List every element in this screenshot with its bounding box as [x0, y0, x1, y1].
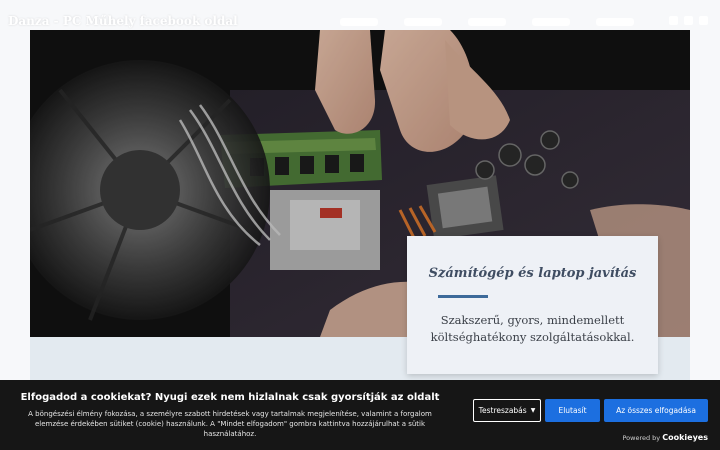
cookie-banner-text: A böngészési élmény fokozása, a személyr… [28, 410, 432, 438]
customize-button-label: Testreszabás [478, 406, 527, 415]
nav-item[interactable] [532, 18, 570, 26]
accept-all-button[interactable]: Az összes elfogadása [604, 399, 708, 422]
powered-by[interactable]: Powered by Cookieyes [622, 433, 708, 442]
nav-item[interactable] [596, 18, 634, 26]
powered-by-label: Powered by [622, 434, 661, 442]
card-description: Szakszerű, gyors, mindemellett költségha… [430, 313, 635, 344]
hero-card: Számítógép és laptop javítás Szakszerű, … [407, 236, 658, 374]
cookieyes-logo: Cookieyes [662, 433, 708, 442]
card-divider [438, 295, 488, 298]
nav-item[interactable] [404, 18, 442, 26]
caret-down-icon: ▼ [530, 407, 536, 414]
site-title-link[interactable]: Danza - PC Műhely facebook oldal [8, 14, 238, 28]
nav-item[interactable] [468, 18, 506, 26]
cookie-banner: Elfogadod a cookiekat? Nyugi ezek nem hi… [0, 380, 720, 450]
nav-item[interactable] [340, 18, 378, 26]
cookie-banner-title: Elfogadod a cookiekat? Nyugi ezek nem hi… [20, 392, 440, 403]
facebook-icon[interactable] [669, 16, 678, 25]
main-nav [340, 18, 634, 26]
reject-button[interactable]: Elutasít [545, 399, 600, 422]
email-icon[interactable] [684, 16, 693, 25]
customize-button[interactable]: Testreszabás ▼ [473, 399, 541, 422]
social-icons [669, 16, 708, 25]
phone-icon[interactable] [699, 16, 708, 25]
card-title: Számítógép és laptop javítás [428, 266, 637, 281]
